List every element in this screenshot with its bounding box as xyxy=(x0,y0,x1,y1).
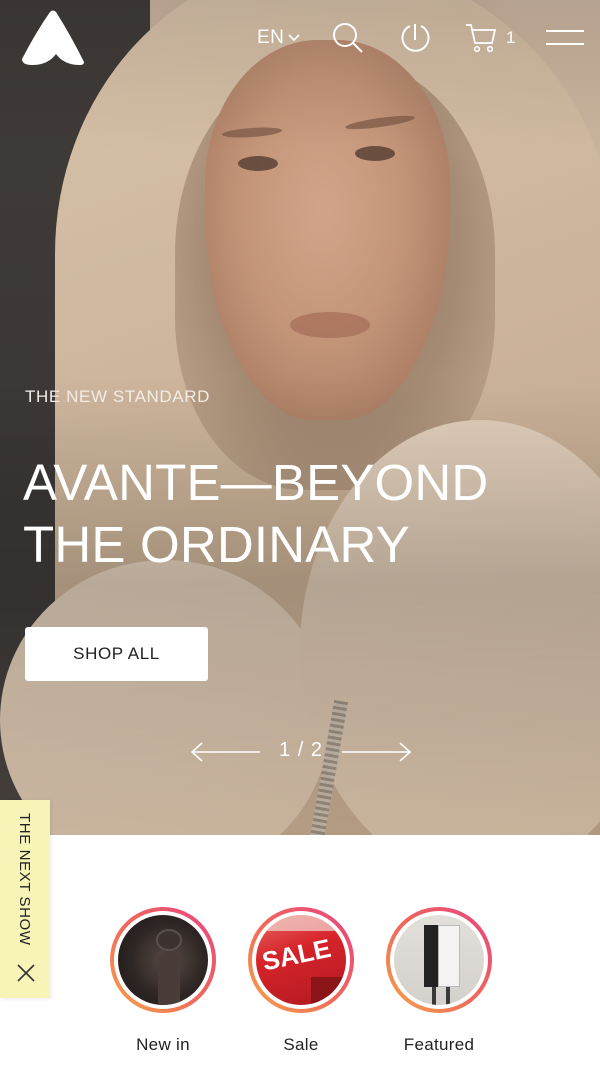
story-ring xyxy=(110,907,216,1013)
story-featured[interactable]: Featured xyxy=(386,907,492,1055)
story-image-detail xyxy=(432,987,436,1005)
story-image-detail xyxy=(438,925,460,987)
arrow-left-icon[interactable] xyxy=(190,741,262,763)
hero-headline-line: AVANTE—BEYOND xyxy=(23,454,489,511)
story-label: Featured xyxy=(403,1035,475,1054)
story-ring xyxy=(386,907,492,1013)
logo-icon[interactable] xyxy=(20,10,86,66)
story-image xyxy=(118,915,208,1005)
story-ring-inner xyxy=(390,911,488,1009)
slider-pager: 1 / 2 xyxy=(190,736,412,768)
search-icon[interactable] xyxy=(332,22,364,54)
cart-count: 1 xyxy=(506,28,516,47)
next-show-tab[interactable]: THE NEXT SHOW xyxy=(0,800,50,998)
slide-counter: 1 / 2 xyxy=(279,739,323,761)
arrow-right-icon[interactable] xyxy=(340,741,412,763)
menu-icon[interactable] xyxy=(546,29,584,47)
hero-headline-line: THE ORDINARY xyxy=(23,516,410,573)
language-selector[interactable]: EN xyxy=(257,27,300,49)
story-image-detail xyxy=(156,929,182,951)
clock-icon[interactable] xyxy=(400,20,430,56)
next-show-label: THE NEXT SHOW xyxy=(16,813,33,946)
story-image-detail xyxy=(311,977,346,1005)
hero-headline: AVANTE—BEYOND THE ORDINARY xyxy=(23,452,583,576)
sale-image-text: SALE xyxy=(259,932,334,977)
story-new-in[interactable]: New in xyxy=(110,907,216,1055)
story-image-detail xyxy=(256,915,346,931)
story-ring-inner xyxy=(114,911,212,1009)
story-image xyxy=(394,915,484,1005)
story-label: New in xyxy=(136,1035,190,1054)
story-label: Sale xyxy=(283,1035,319,1054)
story-ring: SALE xyxy=(248,907,354,1013)
chevron-down-icon xyxy=(288,34,300,42)
story-image-detail xyxy=(424,925,438,987)
cart-icon[interactable] xyxy=(465,23,497,53)
hero-eyebrow: THE NEW STANDARD xyxy=(25,387,210,406)
story-ring-inner: SALE xyxy=(252,911,350,1009)
language-label: EN xyxy=(257,27,285,48)
shop-all-button[interactable]: SHOP ALL xyxy=(25,627,208,681)
hero-overlay xyxy=(0,0,600,835)
story-image-detail xyxy=(446,987,450,1005)
story-image-detail xyxy=(158,951,180,1005)
story-image: SALE xyxy=(256,915,346,1005)
story-sale[interactable]: SALE Sale xyxy=(248,907,354,1055)
close-icon[interactable] xyxy=(16,963,36,983)
hero-banner: EN 1 THE NEW STANDARD AVANTE—BEYOND THE … xyxy=(0,0,600,835)
